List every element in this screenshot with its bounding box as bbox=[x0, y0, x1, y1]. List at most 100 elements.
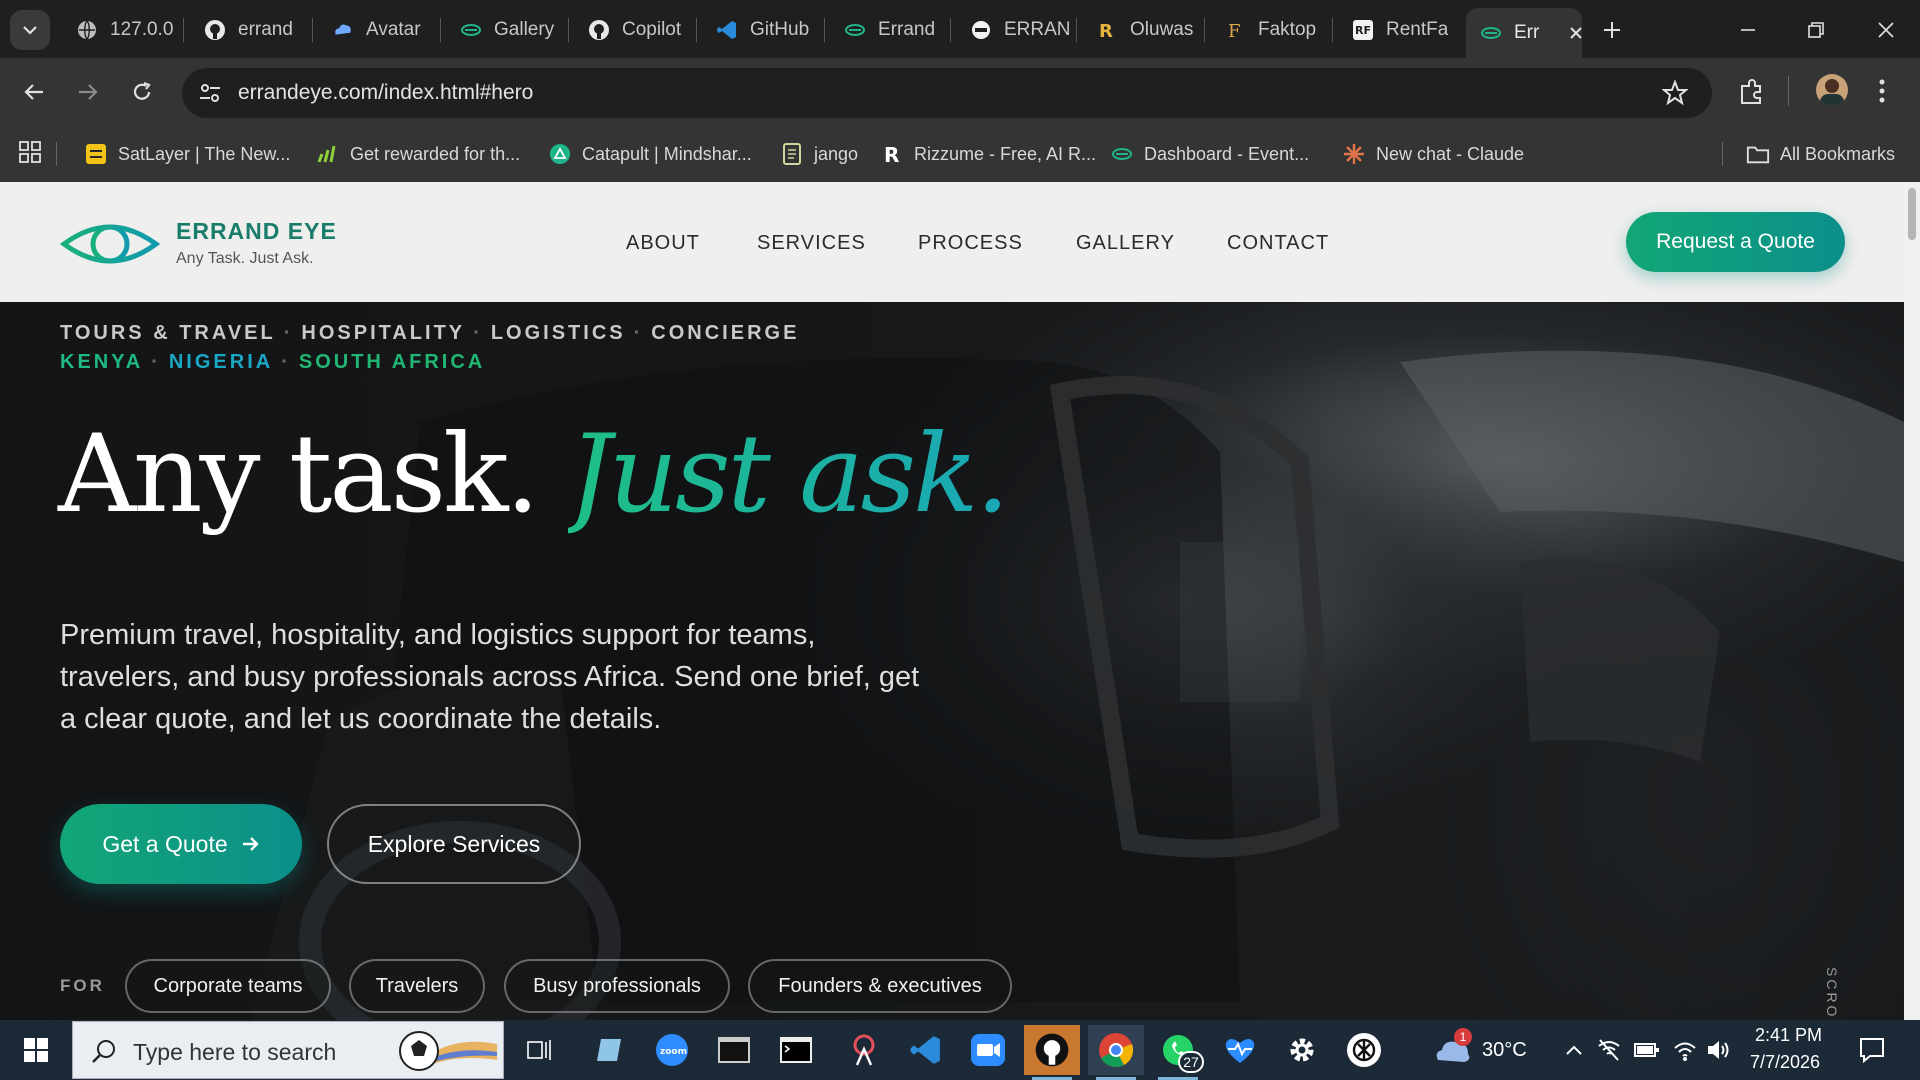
scrollbar-thumb[interactable] bbox=[1908, 188, 1916, 240]
network-off-icon[interactable] bbox=[1596, 1038, 1622, 1062]
bookmark-dashboard[interactable]: Dashboard - Event... bbox=[1110, 136, 1309, 172]
chatgpt-icon bbox=[1347, 1033, 1381, 1067]
errand-eye-logo-icon[interactable] bbox=[60, 216, 160, 272]
taskbar-app-health[interactable] bbox=[1212, 1025, 1268, 1075]
profile-avatar[interactable] bbox=[1816, 74, 1848, 106]
task-view-button[interactable] bbox=[512, 1025, 568, 1075]
reload-icon bbox=[133, 81, 151, 100]
extensions-icon[interactable] bbox=[1738, 78, 1766, 106]
reload-button[interactable] bbox=[122, 72, 162, 112]
audience-chip-corporate[interactable]: Corporate teams bbox=[125, 959, 331, 1013]
address-bar[interactable]: errandeye.com/index.html#hero bbox=[182, 68, 1712, 118]
taskbar-app-notes[interactable] bbox=[582, 1025, 638, 1075]
taskbar-app-snipping[interactable] bbox=[836, 1025, 892, 1075]
browser-tab-8[interactable]: ERRAN bbox=[956, 8, 1074, 52]
forward-button[interactable] bbox=[68, 72, 108, 112]
bookmark-get-rewarded[interactable]: Get rewarded for th... bbox=[316, 136, 520, 172]
browser-tab-5[interactable]: Copilot bbox=[574, 8, 686, 52]
notepad-icon bbox=[780, 142, 804, 166]
tab-search-button[interactable] bbox=[10, 10, 50, 50]
taskbar-app-cmd[interactable] bbox=[706, 1025, 762, 1075]
tab-label: Err bbox=[1514, 22, 1540, 43]
notifications-icon[interactable] bbox=[1858, 1036, 1886, 1064]
browser-tab-active[interactable]: Err bbox=[1466, 8, 1582, 58]
browser-tab-7[interactable]: Errand bbox=[830, 8, 942, 52]
browser-tab-6[interactable]: GitHub bbox=[702, 8, 814, 52]
nav-contact[interactable]: CONTACT bbox=[1227, 232, 1329, 255]
clock-date[interactable]: 7/7/2026 bbox=[1750, 1052, 1820, 1073]
bookmark-catapult[interactable]: Catapult | Mindshar... bbox=[548, 136, 752, 172]
clock-time[interactable]: 2:41 PM bbox=[1755, 1025, 1822, 1046]
explore-services-button[interactable]: Explore Services bbox=[327, 804, 581, 884]
taskbar-app-zoom-meetings[interactable] bbox=[960, 1025, 1016, 1075]
page-scrollbar[interactable] bbox=[1904, 182, 1920, 1020]
nav-about[interactable]: ABOUT bbox=[626, 232, 700, 255]
taskbar-app-zoom[interactable]: zoom bbox=[644, 1025, 700, 1075]
taskbar-app-chatgpt[interactable] bbox=[1336, 1025, 1392, 1075]
svg-text:R: R bbox=[884, 143, 899, 165]
svg-text:RF: RF bbox=[1355, 24, 1371, 37]
taskbar-app-whatsapp[interactable]: 27 bbox=[1150, 1025, 1206, 1080]
weather-widget[interactable]: 1 bbox=[1432, 1028, 1474, 1070]
page-viewport: ERRAND EYE Any Task. Just Ask. ABOUT SER… bbox=[0, 182, 1904, 1020]
volume-icon[interactable] bbox=[1706, 1038, 1732, 1062]
more-menu-icon[interactable] bbox=[1878, 78, 1886, 104]
rentfa-icon: RF bbox=[1352, 19, 1374, 41]
circle-logo-icon bbox=[970, 19, 992, 41]
taskbar-search-box[interactable]: Type here to search bbox=[72, 1021, 504, 1079]
apps-grid-icon[interactable] bbox=[18, 140, 42, 164]
close-window-button[interactable] bbox=[1858, 8, 1914, 52]
start-button[interactable] bbox=[8, 1025, 64, 1075]
taskbar-app-github[interactable] bbox=[1024, 1025, 1080, 1080]
battery-icon[interactable] bbox=[1634, 1040, 1660, 1060]
github-icon bbox=[588, 19, 610, 41]
taskbar-app-vscode[interactable] bbox=[898, 1025, 954, 1075]
bookmark-star-icon[interactable] bbox=[1662, 80, 1688, 106]
nav-gallery[interactable]: GALLERY bbox=[1076, 232, 1175, 255]
bookmark-jango[interactable]: jango bbox=[780, 136, 858, 172]
site-settings-icon[interactable] bbox=[196, 79, 224, 107]
arrow-right-icon bbox=[79, 84, 98, 100]
get-quote-button[interactable]: Get a Quote bbox=[60, 804, 302, 884]
close-tab-icon[interactable] bbox=[1569, 26, 1582, 40]
audience-chip-professionals[interactable]: Busy professionals bbox=[504, 959, 730, 1013]
soccer-ball-icon bbox=[399, 1031, 497, 1071]
nav-process[interactable]: PROCESS bbox=[918, 232, 1023, 255]
browser-tab-9[interactable]: R Oluwas bbox=[1082, 8, 1200, 52]
taskbar-app-settings[interactable] bbox=[1274, 1025, 1330, 1075]
close-icon bbox=[1878, 22, 1894, 38]
github-icon bbox=[204, 19, 226, 41]
browser-tab-10[interactable]: F Faktop bbox=[1210, 8, 1328, 52]
audience-label: FOR bbox=[60, 976, 105, 995]
taskbar-app-terminal[interactable] bbox=[768, 1025, 824, 1075]
taskbar-app-chrome[interactable] bbox=[1088, 1025, 1144, 1080]
back-button[interactable] bbox=[14, 72, 54, 112]
scroll-indicator-label: SCRO bbox=[1824, 967, 1840, 1020]
request-quote-button[interactable]: Request a Quote bbox=[1626, 212, 1845, 272]
audience-chip-founders[interactable]: Founders & executives bbox=[748, 959, 1012, 1013]
nav-services[interactable]: SERVICES bbox=[757, 232, 866, 255]
claude-icon bbox=[1342, 142, 1366, 166]
audience-chip-travelers[interactable]: Travelers bbox=[349, 959, 485, 1013]
globe-icon bbox=[76, 19, 98, 41]
brand-name[interactable]: ERRAND EYE bbox=[176, 218, 337, 245]
minimize-button[interactable] bbox=[1720, 8, 1776, 52]
heartbeat-icon bbox=[1225, 1039, 1255, 1063]
whatsapp-unread-badge: 27 bbox=[1178, 1051, 1204, 1073]
browser-tab-3[interactable]: Avatar bbox=[318, 8, 430, 52]
svg-text:F: F bbox=[1228, 21, 1241, 41]
browser-tab-4[interactable]: Gallery bbox=[446, 8, 558, 52]
browser-tab-2[interactable]: errand bbox=[190, 8, 302, 52]
chevron-up-icon[interactable] bbox=[1564, 1040, 1584, 1060]
all-bookmarks-button[interactable]: All Bookmarks bbox=[1746, 136, 1895, 172]
restore-button[interactable] bbox=[1788, 8, 1844, 52]
browser-tab-1[interactable]: 127.0.0 bbox=[62, 8, 174, 52]
new-tab-button[interactable] bbox=[1584, 8, 1640, 52]
headline-main: Any task. bbox=[58, 412, 540, 537]
url-text: errandeye.com/index.html#hero bbox=[238, 81, 534, 104]
bookmark-claude[interactable]: New chat - Claude bbox=[1342, 136, 1524, 172]
browser-tab-11[interactable]: RF RentFa bbox=[1338, 8, 1448, 52]
wifi-icon[interactable] bbox=[1672, 1038, 1698, 1062]
bookmark-satlayer[interactable]: SatLayer | The New... bbox=[84, 136, 290, 172]
bookmark-rizzume[interactable]: R Rizzume - Free, AI R... bbox=[880, 136, 1096, 172]
